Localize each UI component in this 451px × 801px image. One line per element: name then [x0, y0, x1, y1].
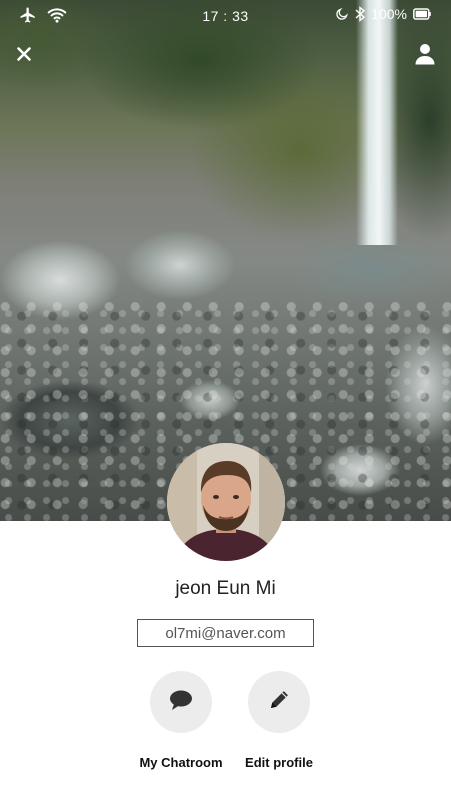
my-chatroom-label: My Chatroom [139, 755, 223, 770]
email-field: ol7mi@naver.com [137, 619, 314, 647]
user-icon [415, 43, 435, 70]
my-chatroom-button[interactable]: My Chatroom [131, 671, 231, 770]
my-chatroom-circle[interactable] [150, 671, 212, 733]
moon-icon [335, 7, 349, 21]
bluetooth-icon [355, 6, 366, 22]
pencil-icon [267, 688, 291, 717]
close-button[interactable] [10, 42, 38, 70]
close-icon [16, 46, 32, 67]
profile-name: jeon Eun Mi [175, 578, 276, 599]
edit-profile-circle[interactable] [248, 671, 310, 733]
email-text: ol7mi@naver.com [165, 624, 286, 642]
battery-icon [413, 8, 431, 20]
profile-button[interactable] [411, 42, 439, 70]
avatar[interactable] [167, 443, 285, 561]
status-bar: 17 : 33 100% [0, 0, 451, 32]
cover-waterfall [356, 0, 398, 245]
battery-text: 100% [371, 6, 407, 22]
avatar-portrait [167, 443, 285, 561]
chat-bubble-icon [169, 689, 193, 716]
edit-profile-label: Edit profile [245, 755, 313, 770]
edit-profile-button[interactable]: Edit profile [229, 671, 329, 770]
